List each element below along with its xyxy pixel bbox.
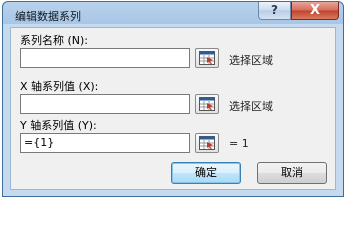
title-bar[interactable]: 编辑数据系列 ? X <box>3 2 343 26</box>
dialog-title: 编辑数据系列 <box>15 10 81 23</box>
x-values-label: X 轴系列值 (X): <box>20 80 99 93</box>
range-select-icon <box>199 97 215 111</box>
dialog-body: 系列名称 (N): 选择区域 X 轴系列值 (X): 选择区域 Y 轴系列值 (… <box>10 27 336 190</box>
x-values-range-button[interactable] <box>195 94 219 114</box>
y-values-range-button[interactable] <box>195 133 219 153</box>
edit-series-dialog: 编辑数据系列 ? X 系列名称 (N): 选择区域 X 轴系列值 (X): 选择… <box>2 1 344 197</box>
range-select-icon <box>199 51 215 65</box>
series-name-hint: 选择区域 <box>229 54 273 67</box>
series-name-label: 系列名称 (N): <box>20 34 89 47</box>
ok-button[interactable]: 确定 <box>171 162 241 184</box>
close-button[interactable]: X <box>291 2 339 20</box>
series-name-range-button[interactable] <box>195 48 219 68</box>
y-values-input[interactable]: ={1} <box>20 133 190 153</box>
help-button[interactable]: ? <box>258 2 291 20</box>
cancel-button[interactable]: 取消 <box>257 162 327 184</box>
series-name-input[interactable] <box>20 48 190 68</box>
y-values-label: Y 轴系列值 (Y): <box>20 119 97 132</box>
x-values-input[interactable] <box>20 94 190 114</box>
x-values-hint: 选择区域 <box>229 100 273 113</box>
y-values-preview: = 1 <box>229 137 249 150</box>
range-select-icon <box>199 136 215 150</box>
